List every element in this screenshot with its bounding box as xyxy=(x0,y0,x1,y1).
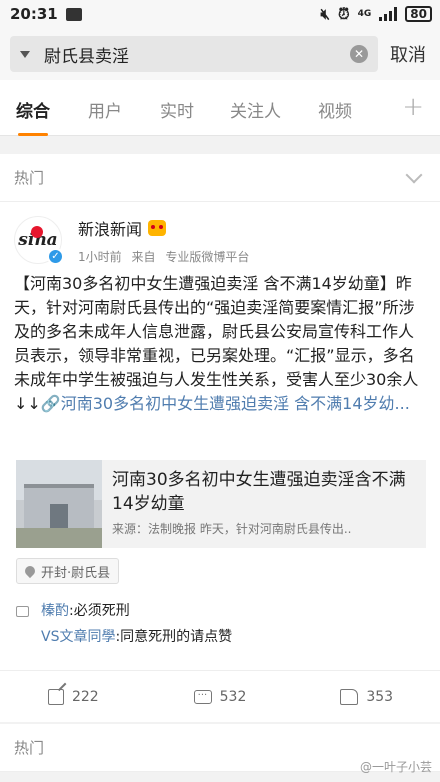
add-tab-icon[interactable]: + xyxy=(402,94,424,120)
watermark: @一叶子小芸 xyxy=(359,760,432,774)
location-tag[interactable]: 开封·尉氏县 xyxy=(16,558,120,584)
commenter-name[interactable]: VS文章同學 xyxy=(41,624,115,650)
location-label: 开封·尉氏县 xyxy=(41,565,111,581)
cancel-button[interactable]: 取消 xyxy=(390,41,426,67)
weibo-post-card: sina ✓ 新浪新闻 1小时前 来自 专业版微博平台 【河南30多名初中女生遭… xyxy=(0,202,440,722)
article-thumbnail xyxy=(16,460,102,548)
tab-following[interactable]: 关注人 xyxy=(230,97,281,122)
tab-realtime[interactable]: 实时 xyxy=(160,97,194,122)
sina-logo-eye-icon xyxy=(31,226,43,238)
status-time: 20:31 xyxy=(10,5,58,23)
post-actions: 222 532 353 xyxy=(0,670,440,722)
post-source-app: 专业版微博平台 xyxy=(165,250,250,264)
hot-section-header[interactable]: 热门 xyxy=(0,154,440,202)
post-article-link[interactable]: 🔗河南30多名初中女生遭强迫卖淫 含不满14岁幼... xyxy=(41,394,410,413)
tab-video[interactable]: 视频 xyxy=(318,97,352,122)
search-tabs: 综合 用户 实时 关注人 视频 + xyxy=(0,80,440,136)
clear-icon[interactable]: ✕ xyxy=(350,45,368,63)
search-scope-dropdown-icon[interactable] xyxy=(20,50,30,58)
verified-badge-icon: ✓ xyxy=(47,248,64,265)
post-from-label: 来自 xyxy=(131,250,156,264)
post-time: 1小时前 xyxy=(78,250,122,264)
search-input[interactable]: 尉氏县卖淫 ✕ xyxy=(10,36,378,72)
signal-icon xyxy=(379,7,398,21)
location-pin-icon xyxy=(22,563,38,579)
post-author[interactable]: sina ✓ 新浪新闻 1小时前 来自 专业版微博平台 xyxy=(14,216,255,265)
article-source: 来源：法制晚报 昨天，针对河南尉氏县传出.. xyxy=(112,522,352,536)
search-query[interactable]: 尉氏县卖淫 xyxy=(44,42,350,67)
hot-section-label: 热门 xyxy=(14,739,45,757)
battery-level: 80 xyxy=(410,7,427,21)
post-text: 【河南30多名初中女生遭强迫卖淫 含不满14岁幼童】昨天，针对河南尉氏县传出的“… xyxy=(14,274,419,413)
hot-comments: 榛酌 :必须死刑 VS文章同學 :同意死刑的请点赞 xyxy=(16,598,426,650)
like-button[interactable]: 353 xyxy=(293,671,440,722)
comment-button[interactable]: 532 xyxy=(147,671,294,722)
image-notification-icon xyxy=(65,7,82,21)
article-title: 河南30多名初中女生遭强迫卖淫含不满14岁幼童 xyxy=(112,470,406,514)
search-bar: 尉氏县卖淫 ✕ 取消 xyxy=(0,28,440,80)
hot-section-label: 热门 xyxy=(14,169,45,187)
vip-badge-icon xyxy=(148,220,167,236)
alarm-icon: ⏰︎ xyxy=(337,5,350,23)
comment-item[interactable]: 榛酌 :必须死刑 xyxy=(16,598,426,624)
comment-bubble-icon xyxy=(16,605,29,617)
mute-icon: 🔇︎ xyxy=(320,5,330,23)
post-body[interactable]: 【河南30多名初中女生遭强迫卖淫 含不满14岁幼童】昨天，针对河南尉氏县传出的“… xyxy=(14,272,426,416)
comment-count: 532 xyxy=(219,688,247,705)
battery-icon: 80 xyxy=(405,6,432,22)
comment-text: :同意死刑的请点赞 xyxy=(115,629,233,645)
commenter-name[interactable]: 榛酌 xyxy=(41,598,69,624)
avatar[interactable]: sina ✓ xyxy=(14,216,64,265)
tab-users[interactable]: 用户 xyxy=(88,97,122,122)
repost-icon xyxy=(47,688,64,705)
comment-text: :必须死刑 xyxy=(69,603,130,619)
article-preview-card[interactable]: 河南30多名初中女生遭强迫卖淫含不满14岁幼童 来源：法制晚报 昨天，针对河南尉… xyxy=(16,460,426,548)
repost-count: 222 xyxy=(71,688,99,705)
author-name[interactable]: 新浪新闻 xyxy=(78,216,142,240)
comment-item[interactable]: VS文章同學 :同意死刑的请点赞 xyxy=(16,624,426,650)
like-count: 353 xyxy=(366,688,394,705)
chevron-down-icon[interactable] xyxy=(405,166,423,183)
comment-icon xyxy=(193,687,212,704)
tab-comprehensive[interactable]: 综合 xyxy=(16,97,50,122)
thumbs-up-icon xyxy=(340,688,359,705)
repost-button[interactable]: 222 xyxy=(0,671,147,722)
status-bar: 20:31 🔇︎ ⏰︎ 4G 80 xyxy=(0,0,440,28)
network-type: 4G xyxy=(357,9,372,19)
